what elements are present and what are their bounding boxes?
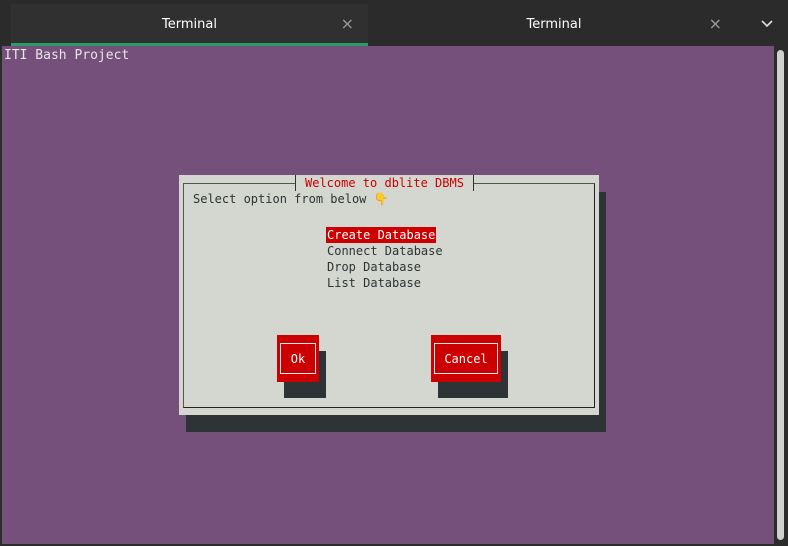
menu-item-connect-database[interactable]: Connect Database — [326, 243, 444, 259]
menu-item-list-database[interactable]: List Database — [326, 275, 444, 291]
pointing-down-icon: 👇 — [373, 192, 389, 206]
tab-label: Terminal — [526, 17, 582, 32]
ok-button[interactable]: Ok — [277, 335, 319, 382]
menu-item-create-database[interactable]: Create Database — [326, 227, 437, 243]
scrollbar-thumb[interactable] — [777, 50, 784, 540]
close-icon[interactable]: × — [341, 16, 354, 32]
tab-terminal-1[interactable]: Terminal × — [11, 4, 368, 46]
dialog-title: Welcome to dblite DBMS — [295, 175, 474, 191]
dialog-frame — [183, 183, 595, 408]
ok-button-label: Ok — [290, 351, 306, 366]
scrollbar[interactable] — [774, 46, 788, 544]
menu-item-drop-database[interactable]: Drop Database — [326, 259, 444, 275]
tab-terminal-2[interactable]: Terminal × — [372, 4, 736, 46]
dialog-prompt: Select option from below 👇 — [193, 192, 389, 206]
prompt-text: Select option from below — [193, 192, 374, 206]
tab-bar: Terminal × Terminal × — [0, 0, 788, 46]
cancel-button[interactable]: Cancel — [431, 335, 501, 382]
menu-list: Create Database Connect Database Drop Da… — [326, 224, 444, 291]
cancel-button-label: Cancel — [444, 351, 488, 366]
tab-label: Terminal — [162, 17, 217, 32]
chevron-down-icon[interactable] — [760, 16, 774, 30]
close-icon[interactable]: × — [709, 16, 722, 32]
menu-dialog: Welcome to dblite DBMS Select option fro… — [179, 175, 599, 415]
terminal-output-line: ITI Bash Project — [4, 48, 130, 63]
